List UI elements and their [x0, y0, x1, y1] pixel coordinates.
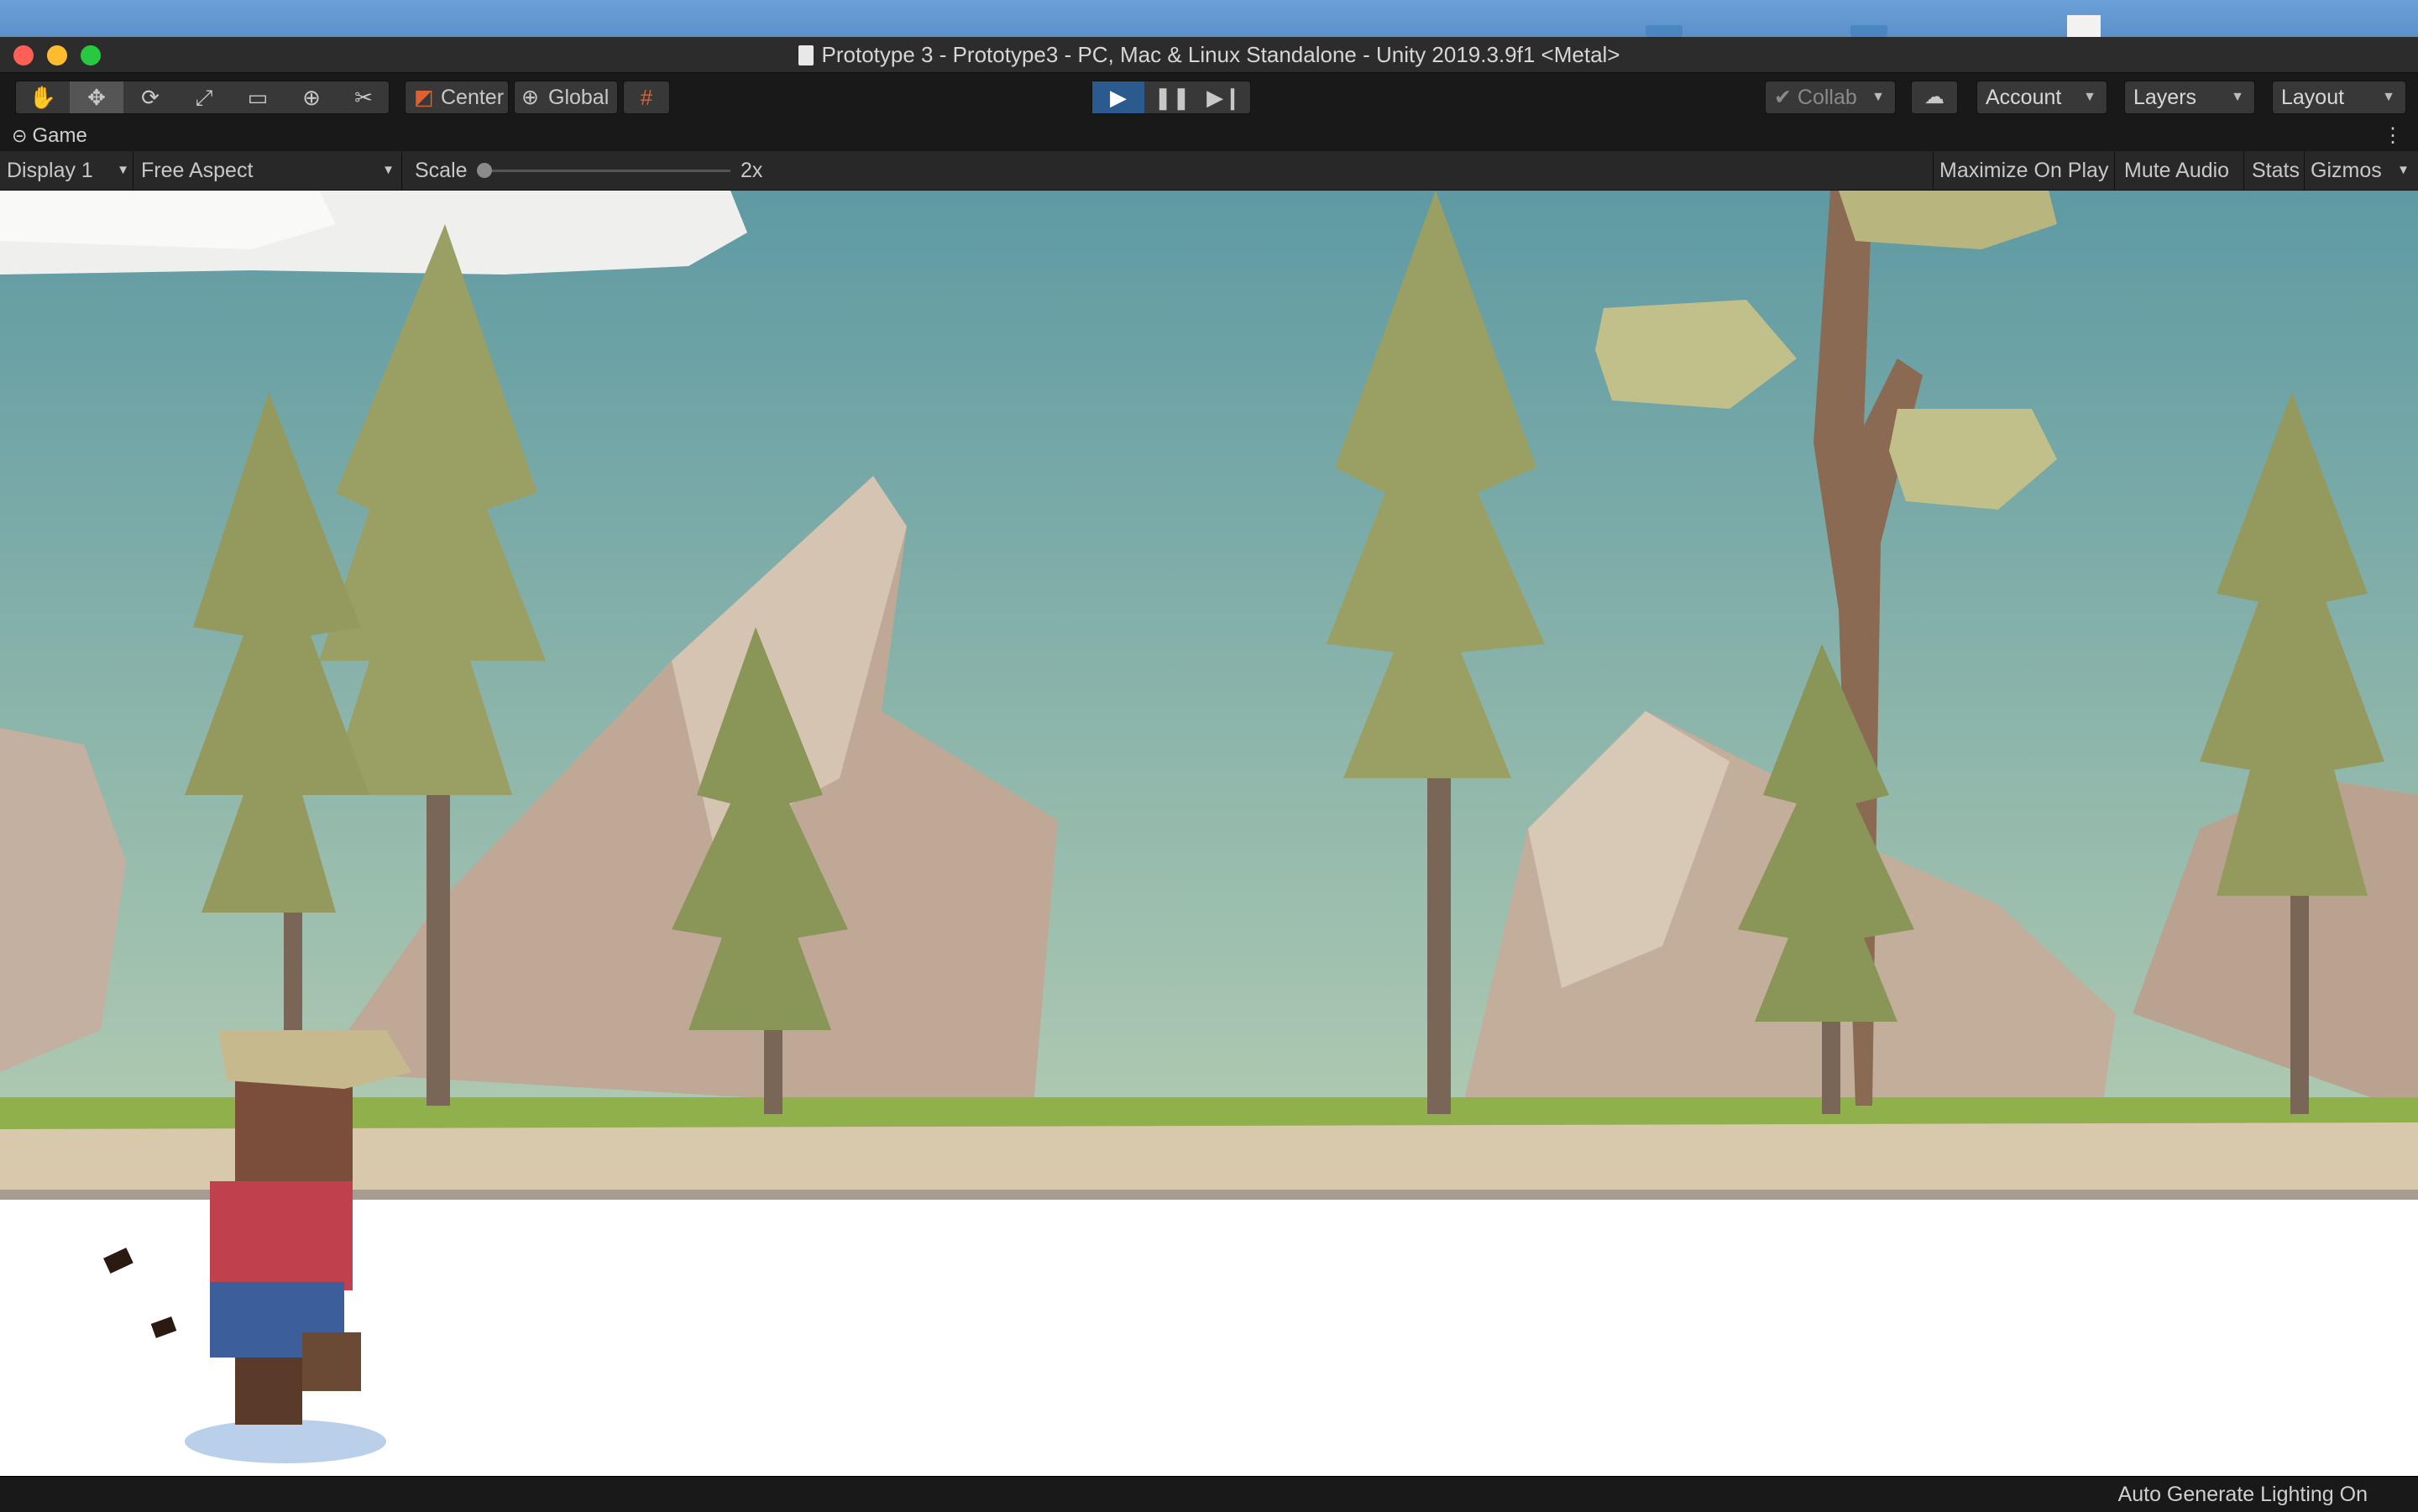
- account-label: Account: [1986, 86, 2062, 109]
- tree-trunk: [2290, 887, 2309, 1114]
- layers-dropdown[interactable]: Layers ▼: [2124, 81, 2255, 114]
- tab-game-label: Game: [32, 124, 87, 147]
- game-viewport[interactable]: [0, 191, 2418, 1509]
- custom-tool-icon[interactable]: ✂: [337, 81, 390, 113]
- pivot-label: Center: [441, 86, 505, 109]
- transform-tools-group: ✋ ✥ ⟳ ⤢ ▭ ⊕ ✂: [15, 81, 390, 114]
- player-shirt: [210, 1181, 353, 1290]
- aspect-label: Free Aspect: [141, 159, 254, 182]
- pivot-toggle[interactable]: ◩ Center: [405, 81, 509, 114]
- stats-toggle[interactable]: Stats: [2252, 151, 2300, 190]
- dirt-path: [0, 1122, 2418, 1191]
- divider: [1933, 151, 1934, 190]
- collab-label: Collab: [1797, 86, 1857, 109]
- kebab-menu-icon[interactable]: ⋮: [2383, 121, 2403, 151]
- game-tab-bar: ⊝ Game ⋮: [0, 121, 2418, 151]
- chevron-down-icon: ▼: [2397, 163, 2410, 177]
- collab-dropdown[interactable]: ✔ Collab ▼: [1765, 81, 1896, 114]
- rotate-tool-icon[interactable]: ⟳: [123, 81, 177, 113]
- layers-label: Layers: [2133, 86, 2197, 109]
- lighting-status[interactable]: Auto Generate Lighting On: [2118, 1477, 2368, 1512]
- ground-edge: [0, 1190, 2418, 1200]
- desktop-item: [2067, 15, 2101, 37]
- scale-label: Scale: [415, 159, 468, 182]
- window-title: Prototype 3 - Prototype3 - PC, Mac & Lin…: [0, 37, 2418, 72]
- grid-snap-icon: #: [640, 85, 653, 110]
- hand-tool-icon[interactable]: ✋: [16, 81, 70, 113]
- pivot-icon: ◩: [414, 86, 434, 109]
- player-boot: [302, 1332, 361, 1391]
- play-icon[interactable]: ▶: [1092, 81, 1144, 113]
- divider: [2114, 151, 2115, 190]
- game-scene: [0, 191, 2418, 1463]
- gamepad-icon: ⊝: [12, 125, 28, 146]
- desktop-item: [1646, 25, 1683, 37]
- scale-slider-handle[interactable]: [477, 163, 492, 178]
- maximize-on-play-toggle[interactable]: Maximize On Play: [1939, 151, 2108, 190]
- step-icon[interactable]: ▶❙: [1198, 81, 1250, 113]
- rect-tool-icon[interactable]: ▭: [231, 81, 285, 113]
- divider: [2304, 151, 2305, 190]
- space-label: Global: [548, 86, 610, 109]
- pause-icon[interactable]: ❚❚: [1146, 81, 1198, 113]
- transform-tool-icon[interactable]: ⊕: [285, 81, 338, 113]
- cloud-icon: ☁: [1924, 86, 1944, 108]
- desktop-item: [1850, 25, 1887, 37]
- unity-window: Prototype 3 - Prototype3 - PC, Mac & Lin…: [0, 37, 2418, 1512]
- layout-dropdown[interactable]: Layout ▼: [2272, 81, 2406, 114]
- globe-icon: ⊕: [521, 86, 539, 109]
- document-icon: [798, 45, 814, 65]
- scale-value: 2x: [741, 159, 763, 182]
- dirt-particle: [103, 1248, 133, 1274]
- space-toggle[interactable]: ⊕ Global: [514, 81, 618, 114]
- player-boot: [235, 1358, 302, 1425]
- chevron-down-icon: ▼: [117, 163, 129, 177]
- play-controls: ▶ ❚❚ ▶❙: [1091, 81, 1251, 114]
- layout-label: Layout: [2281, 86, 2345, 109]
- chevron-down-icon: ▼: [382, 163, 395, 177]
- status-bar: Auto Generate Lighting On: [0, 1476, 2418, 1512]
- chevron-down-icon: ▼: [2083, 90, 2096, 104]
- tab-game[interactable]: ⊝ Game: [12, 121, 87, 151]
- gizmos-dropdown[interactable]: Gizmos ▼: [2311, 151, 2410, 190]
- chevron-down-icon: ▼: [1871, 90, 1885, 104]
- scale-slider-track[interactable]: [479, 170, 730, 172]
- divider: [401, 151, 402, 190]
- move-tool-icon[interactable]: ✥: [70, 81, 123, 113]
- player-shadow: [185, 1420, 386, 1463]
- scale-tool-icon[interactable]: ⤢: [177, 81, 231, 113]
- aspect-dropdown[interactable]: Free Aspect ▼: [141, 151, 395, 190]
- display-label: Display 1: [7, 159, 93, 182]
- account-dropdown[interactable]: Account ▼: [1976, 81, 2107, 114]
- chevron-down-icon: ▼: [2382, 90, 2395, 104]
- divider: [2243, 151, 2244, 190]
- display-dropdown[interactable]: Display 1 ▼: [7, 151, 129, 190]
- title-bar: Prototype 3 - Prototype3 - PC, Mac & Lin…: [0, 37, 2418, 73]
- desktop-background: [0, 0, 2418, 37]
- check-icon: ✔: [1774, 86, 1792, 109]
- window-title-text: Prototype 3 - Prototype3 - PC, Mac & Lin…: [821, 42, 1620, 67]
- game-view-toolbar: Display 1 ▼ Free Aspect ▼ Scale 2x Maxim…: [0, 151, 2418, 191]
- cloud-button[interactable]: ☁: [1911, 81, 1958, 114]
- mute-audio-toggle[interactable]: Mute Audio: [2124, 151, 2229, 190]
- grid-snap-button[interactable]: #: [623, 81, 670, 114]
- gizmos-label: Gizmos: [2311, 159, 2382, 182]
- dirt-particle: [150, 1316, 177, 1338]
- chevron-down-icon: ▼: [2231, 90, 2244, 104]
